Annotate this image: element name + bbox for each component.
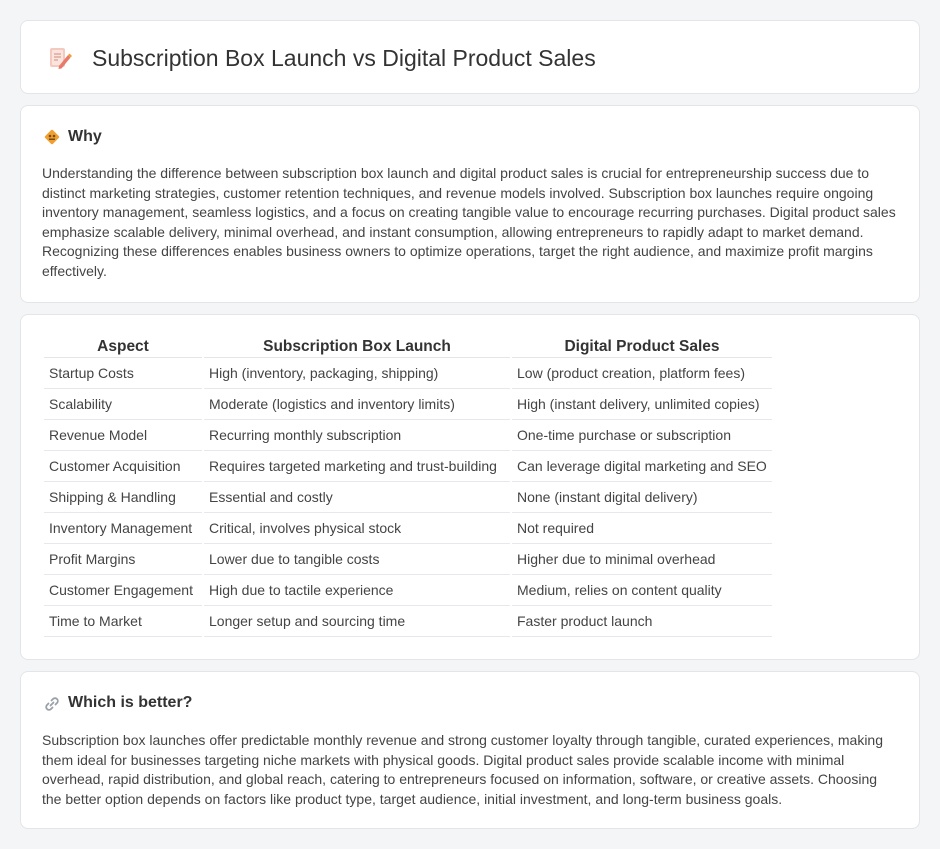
aspect-cell: Profit Margins	[44, 544, 202, 575]
why-text: Understanding the difference between sub…	[42, 165, 896, 279]
why-title: Why	[68, 128, 102, 145]
table-row: Time to Market Longer setup and sourcing…	[44, 606, 772, 637]
header-digital-product: Digital Product Sales	[512, 334, 772, 358]
subscription-cell: High due to tactile experience	[204, 575, 510, 606]
aspect-cell: Scalability	[44, 389, 202, 420]
comparison-section: Aspect Subscription Box Launch Digital P…	[20, 314, 920, 660]
subscription-cell: Lower due to tangible costs	[204, 544, 510, 575]
table-row: Revenue Model Recurring monthly subscrip…	[44, 420, 772, 451]
subscription-cell: Recurring monthly subscription	[204, 420, 510, 451]
table-row: Scalability Moderate (logistics and inve…	[44, 389, 772, 420]
subscription-cell: Longer setup and sourcing time	[204, 606, 510, 637]
subscription-cell: Essential and costly	[204, 482, 510, 513]
subscription-cell: Critical, involves physical stock	[204, 513, 510, 544]
digital-cell: None (instant digital delivery)	[512, 482, 772, 513]
aspect-cell: Inventory Management	[44, 513, 202, 544]
digital-cell: One-time purchase or subscription	[512, 420, 772, 451]
aspect-cell: Startup Costs	[44, 358, 202, 389]
digital-cell: Higher due to minimal overhead	[512, 544, 772, 575]
page-title: Subscription Box Launch vs Digital Produ…	[92, 45, 596, 71]
digital-cell: Not required	[512, 513, 772, 544]
aspect-cell: Customer Engagement	[44, 575, 202, 606]
aspect-cell: Customer Acquisition	[44, 451, 202, 482]
table-row: Customer Engagement High due to tactile …	[44, 575, 772, 606]
digital-cell: Low (product creation, platform fees)	[512, 358, 772, 389]
header-card: Subscription Box Launch vs Digital Produ…	[20, 20, 920, 94]
table-header-row: Aspect Subscription Box Launch Digital P…	[44, 334, 772, 358]
digital-cell: Faster product launch	[512, 606, 772, 637]
header-aspect: Aspect	[44, 334, 202, 358]
aspect-cell: Time to Market	[44, 606, 202, 637]
digital-cell: Can leverage digital marketing and SEO	[512, 451, 772, 482]
which-is-better-title: Which is better?	[68, 694, 193, 711]
table-row: Customer Acquisition Requires targeted m…	[44, 451, 772, 482]
table-row: Startup Costs High (inventory, packaging…	[44, 358, 772, 389]
diamond-sign-icon	[44, 129, 60, 145]
subscription-cell: High (inventory, packaging, shipping)	[204, 358, 510, 389]
table-row: Shipping & Handling Essential and costly…	[44, 482, 772, 513]
header-subscription-box: Subscription Box Launch	[204, 334, 510, 358]
link-icon	[45, 697, 59, 711]
digital-cell: Medium, relies on content quality	[512, 575, 772, 606]
subscription-cell: Requires targeted marketing and trust-bu…	[204, 451, 510, 482]
which-is-better-section: Which is better? Subscription box launch…	[20, 671, 920, 829]
which-is-better-text: Subscription box launches offer predicta…	[42, 732, 884, 807]
table-row: Profit Margins Lower due to tangible cos…	[44, 544, 772, 575]
aspect-cell: Shipping & Handling	[44, 482, 202, 513]
why-section: Why Understanding the difference between…	[20, 105, 920, 303]
table-row: Inventory Management Critical, involves …	[44, 513, 772, 544]
comparison-table: Aspect Subscription Box Launch Digital P…	[42, 334, 774, 637]
digital-cell: High (instant delivery, unlimited copies…	[512, 389, 772, 420]
aspect-cell: Revenue Model	[44, 420, 202, 451]
document-pencil-icon	[50, 48, 72, 69]
subscription-cell: Moderate (logistics and inventory limits…	[204, 389, 510, 420]
